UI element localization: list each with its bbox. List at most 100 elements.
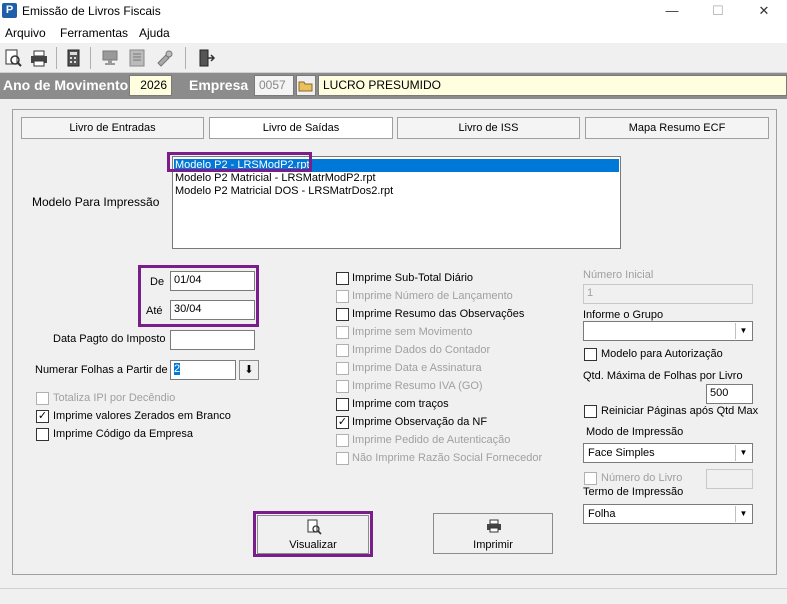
data-pagto-field[interactable] [170,330,255,350]
ano-field[interactable]: 2026 [129,75,172,96]
empresa-name-field: LUCRO PRESUMIDO [318,75,787,96]
menu-ferramentas[interactable]: Ferramentas [60,26,128,40]
header-bar: Ano de Movimento 2026 Empresa 0057 LUCRO… [0,73,787,99]
subtotal-label: Imprime Sub-Total Diário [352,272,474,284]
numero-livro-field[interactable] [706,469,753,489]
razao-social-label: Não Imprime Razão Social Fornecedor [352,452,543,464]
resumo-observacoes-checkbox[interactable] [336,308,349,321]
de-label: De [150,276,165,288]
modo-value: Face Simples [588,447,655,459]
print-icon[interactable] [29,48,49,68]
selection-highlight [167,152,312,172]
observacao-nf-label: Imprime Observação da NF [352,416,488,428]
modo-label: Modo de Impressão [586,426,684,438]
dados-contador-checkbox[interactable] [336,344,349,357]
data-assinatura-checkbox[interactable] [336,362,349,375]
chevron-down-icon: ▼ [735,506,751,522]
numerar-spin-button[interactable]: ⬇ [239,360,259,380]
codigo-empresa-checkbox[interactable] [36,428,49,441]
observacao-nf-checkbox[interactable]: ✓ [336,416,349,429]
empresa-label: Empresa [189,77,249,93]
ano-label: Ano de Movimento [3,77,129,93]
data-assinatura-label: Imprime Data e Assinatura [352,362,482,374]
pedido-autenticacao-checkbox[interactable] [336,434,349,447]
window-title: Emissão de Livros Fiscais [22,4,161,18]
chevron-down-icon: ▼ [735,323,751,339]
com-tracos-label: Imprime com traços [352,398,449,410]
zerados-branco-label: Imprime valores Zerados em Branco [53,410,231,422]
com-tracos-checkbox[interactable] [336,398,349,411]
toolbar-separator [185,47,186,69]
zerados-branco-checkbox[interactable]: ✓ [36,410,49,423]
computer-icon[interactable] [100,48,120,68]
grupo-select[interactable]: ▼ [583,321,753,341]
list-item[interactable]: Modelo P2 Matricial DOS - LRSMatrDos2.rp… [174,185,619,198]
grupo-label: Informe o Grupo [583,309,664,321]
sem-movimento-checkbox[interactable] [336,326,349,339]
status-bar [0,588,787,604]
tab-livro-entradas[interactable]: Livro de Entradas [21,117,204,139]
exit-door-icon[interactable] [196,48,216,68]
open-folder-button[interactable] [296,75,316,96]
empresa-code-field[interactable]: 0057 [254,75,294,96]
pedido-autenticacao-label: Imprime Pedido de Autenticação [352,434,511,446]
print-icon [487,519,501,533]
modelo-autorizacao-checkbox[interactable] [584,348,597,361]
totaliza-ipi-label: Totaliza IPI por Decêndio [53,392,176,404]
dados-contador-label: Imprime Dados do Contador [352,344,491,356]
ate-field[interactable]: 30/04 [170,300,255,320]
numerar-value: 2 [174,363,181,375]
toolbar-separator [90,47,91,69]
subtotal-checkbox[interactable] [336,272,349,285]
tools-icon[interactable] [155,48,175,68]
minimize-button[interactable]: — [649,0,695,23]
numerar-label: Numerar Folhas a Partir de [35,364,168,376]
de-field[interactable]: 01/04 [170,271,255,291]
imprimir-button[interactable]: Imprimir [433,513,553,554]
qtd-max-label: Qtd. Máxima de Folhas por Livro [583,370,743,382]
chevron-down-icon: ▼ [735,445,751,461]
data-pagto-label: Data Pagto do Imposto [53,333,166,345]
modelo-label: Modelo Para Impressão [32,195,160,209]
imprimir-label: Imprimir [473,539,513,551]
folder-icon [298,81,313,92]
close-button[interactable]: ✕ [741,0,787,23]
qtd-max-field[interactable]: 500 [706,384,753,404]
resumo-observacoes-label: Imprime Resumo das Observações [352,308,525,320]
resumo-iva-label: Imprime Resumo IVA (GO) [352,380,483,392]
calculator-icon[interactable] [64,48,84,68]
toolbar-separator [56,47,57,69]
maximize-button[interactable]: ☐ [695,0,741,23]
numero-livro-label: Número do Livro [601,472,683,484]
tab-mapa-resumo-ecf[interactable]: Mapa Resumo ECF [585,117,769,139]
report-icon[interactable] [127,48,147,68]
list-item[interactable]: Modelo P2 Matricial - LRSMatrModP2.rpt [174,172,619,185]
menu-ajuda[interactable]: Ajuda [139,26,170,40]
modo-select[interactable]: Face Simples ▼ [583,443,753,463]
modelo-autorizacao-label: Modelo para Autorização [601,348,723,360]
download-arrow-icon: ⬇ [244,364,254,376]
numero-lancamento-checkbox[interactable] [336,290,349,303]
numero-inicial-label: Número Inicial [583,269,654,281]
numero-lancamento-label: Imprime Número de Lançamento [352,290,513,302]
toolbar [0,43,787,73]
resumo-iva-checkbox[interactable] [336,380,349,393]
menu-bar: Arquivo Ferramentas Ajuda [0,23,787,43]
numero-inicial-field[interactable]: 1 [583,284,753,304]
razao-social-checkbox[interactable] [336,452,349,465]
termo-label: Termo de Impressão [583,486,684,498]
numerar-field[interactable]: 2 [170,360,236,380]
ate-label: Até [146,305,163,317]
termo-select[interactable]: Folha ▼ [583,504,753,524]
codigo-empresa-label: Imprime Código da Empresa [53,428,194,440]
totaliza-ipi-checkbox[interactable] [36,392,49,405]
preview-icon[interactable] [3,48,23,68]
app-icon: P [2,3,17,18]
visualizar-highlight [253,511,373,557]
numero-livro-checkbox[interactable] [584,472,597,485]
menu-arquivo[interactable]: Arquivo [5,26,46,40]
reiniciar-checkbox[interactable] [584,405,597,418]
sem-movimento-label: Imprime sem Movimento [352,326,473,338]
tab-livro-saidas[interactable]: Livro de Saídas [209,117,393,139]
tab-livro-iss[interactable]: Livro de ISS [397,117,580,139]
